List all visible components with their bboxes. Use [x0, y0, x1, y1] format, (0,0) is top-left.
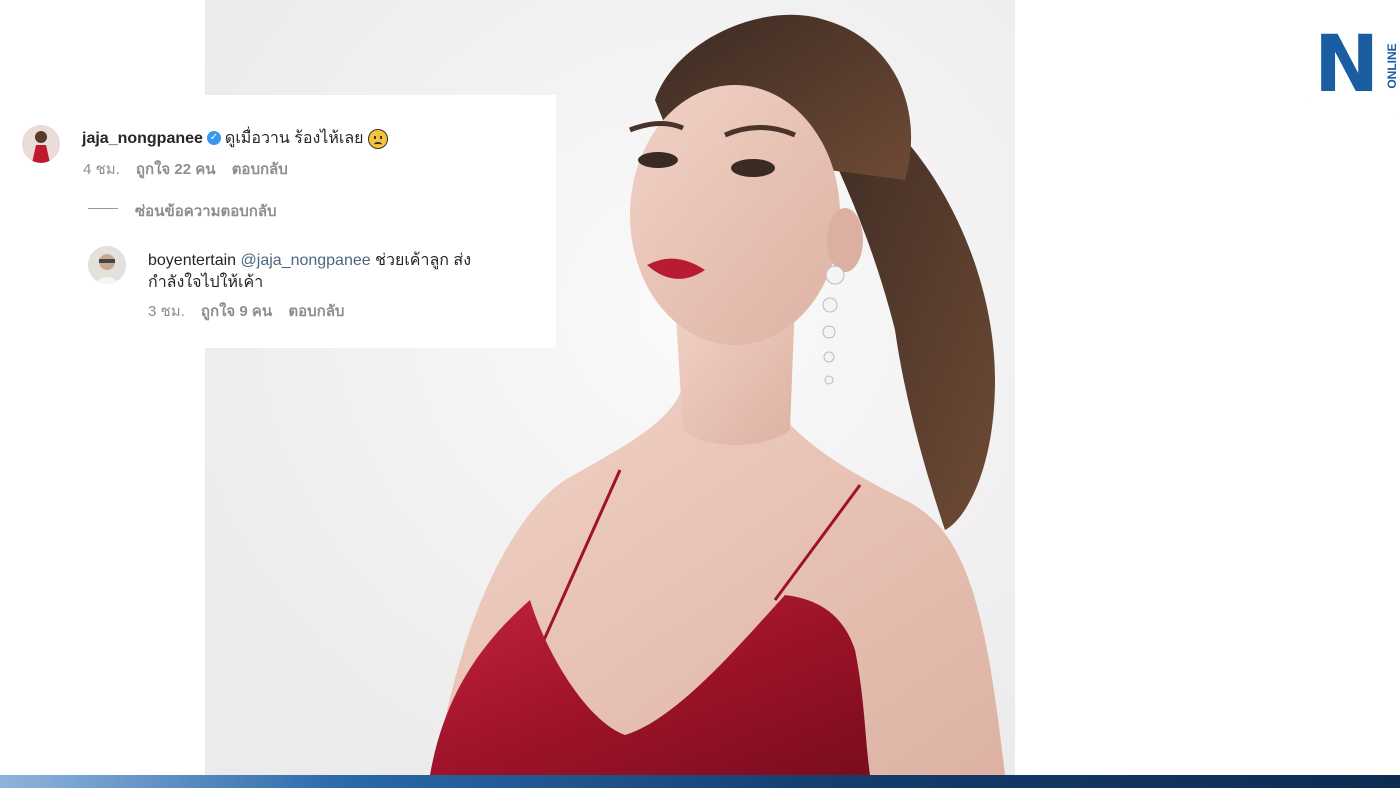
hide-replies-divider — [88, 208, 118, 209]
hide-replies-button[interactable]: ซ่อนข้อความตอบกลับ — [135, 199, 277, 223]
n-online-logo: N ONLINE — [1308, 0, 1400, 118]
reply-meta: 3 ชม. ถูกใจ 9 คน ตอบกลับ — [148, 299, 344, 323]
ear — [827, 208, 863, 272]
comment-reply-button[interactable]: ตอบกลับ — [232, 161, 288, 178]
commenter-avatar[interactable] — [22, 125, 60, 163]
reply-username[interactable]: boyentertain — [148, 252, 236, 269]
sad-face-emoji-icon — [367, 128, 388, 149]
left-eye — [638, 152, 678, 168]
reply-avatar-image — [88, 246, 126, 284]
reply-mention-link[interactable]: @jaja_nongpanee — [241, 252, 371, 269]
comment-meta: 4 ชม. ถูกใจ 22 คน ตอบกลับ — [83, 157, 288, 181]
logo-online-text: ONLINE — [1385, 43, 1399, 89]
avatar-image — [22, 125, 60, 163]
reply-text-line2: กำลังใจไปให้เค้า — [148, 274, 264, 291]
logo-online-wrapper: ONLINE — [1378, 36, 1400, 96]
comment-card: jaja_nongpanee ✓ ดูเมื่อวาน ร้องไห้เลย 4 ช… — [0, 95, 556, 348]
comment-likes-link[interactable]: ถูกใจ 22 คน — [136, 161, 216, 178]
commenter-username[interactable]: jaja_nongpanee — [82, 130, 203, 147]
reply-avatar[interactable] — [88, 246, 126, 284]
logo-letter: N — [1314, 20, 1379, 110]
reply-likes-link[interactable]: ถูกใจ 9 คน — [201, 303, 272, 320]
verified-badge-icon: ✓ — [206, 130, 221, 145]
reply-text-line1: ช่วยเค้าลูก ส่ง — [375, 252, 471, 269]
reply-time: 3 ชม. — [148, 303, 185, 320]
reply-reply-button[interactable]: ตอบกลับ — [288, 303, 344, 320]
bottom-gradient-band — [0, 775, 1400, 788]
comment-row: jaja_nongpanee ✓ ดูเมื่อวาน ร้องไห้เลย — [82, 126, 388, 151]
comment-time: 4 ชม. — [83, 161, 120, 178]
comment-text: ดูเมื่อวาน ร้องไห้เลย — [224, 130, 364, 147]
right-eye — [731, 159, 775, 177]
